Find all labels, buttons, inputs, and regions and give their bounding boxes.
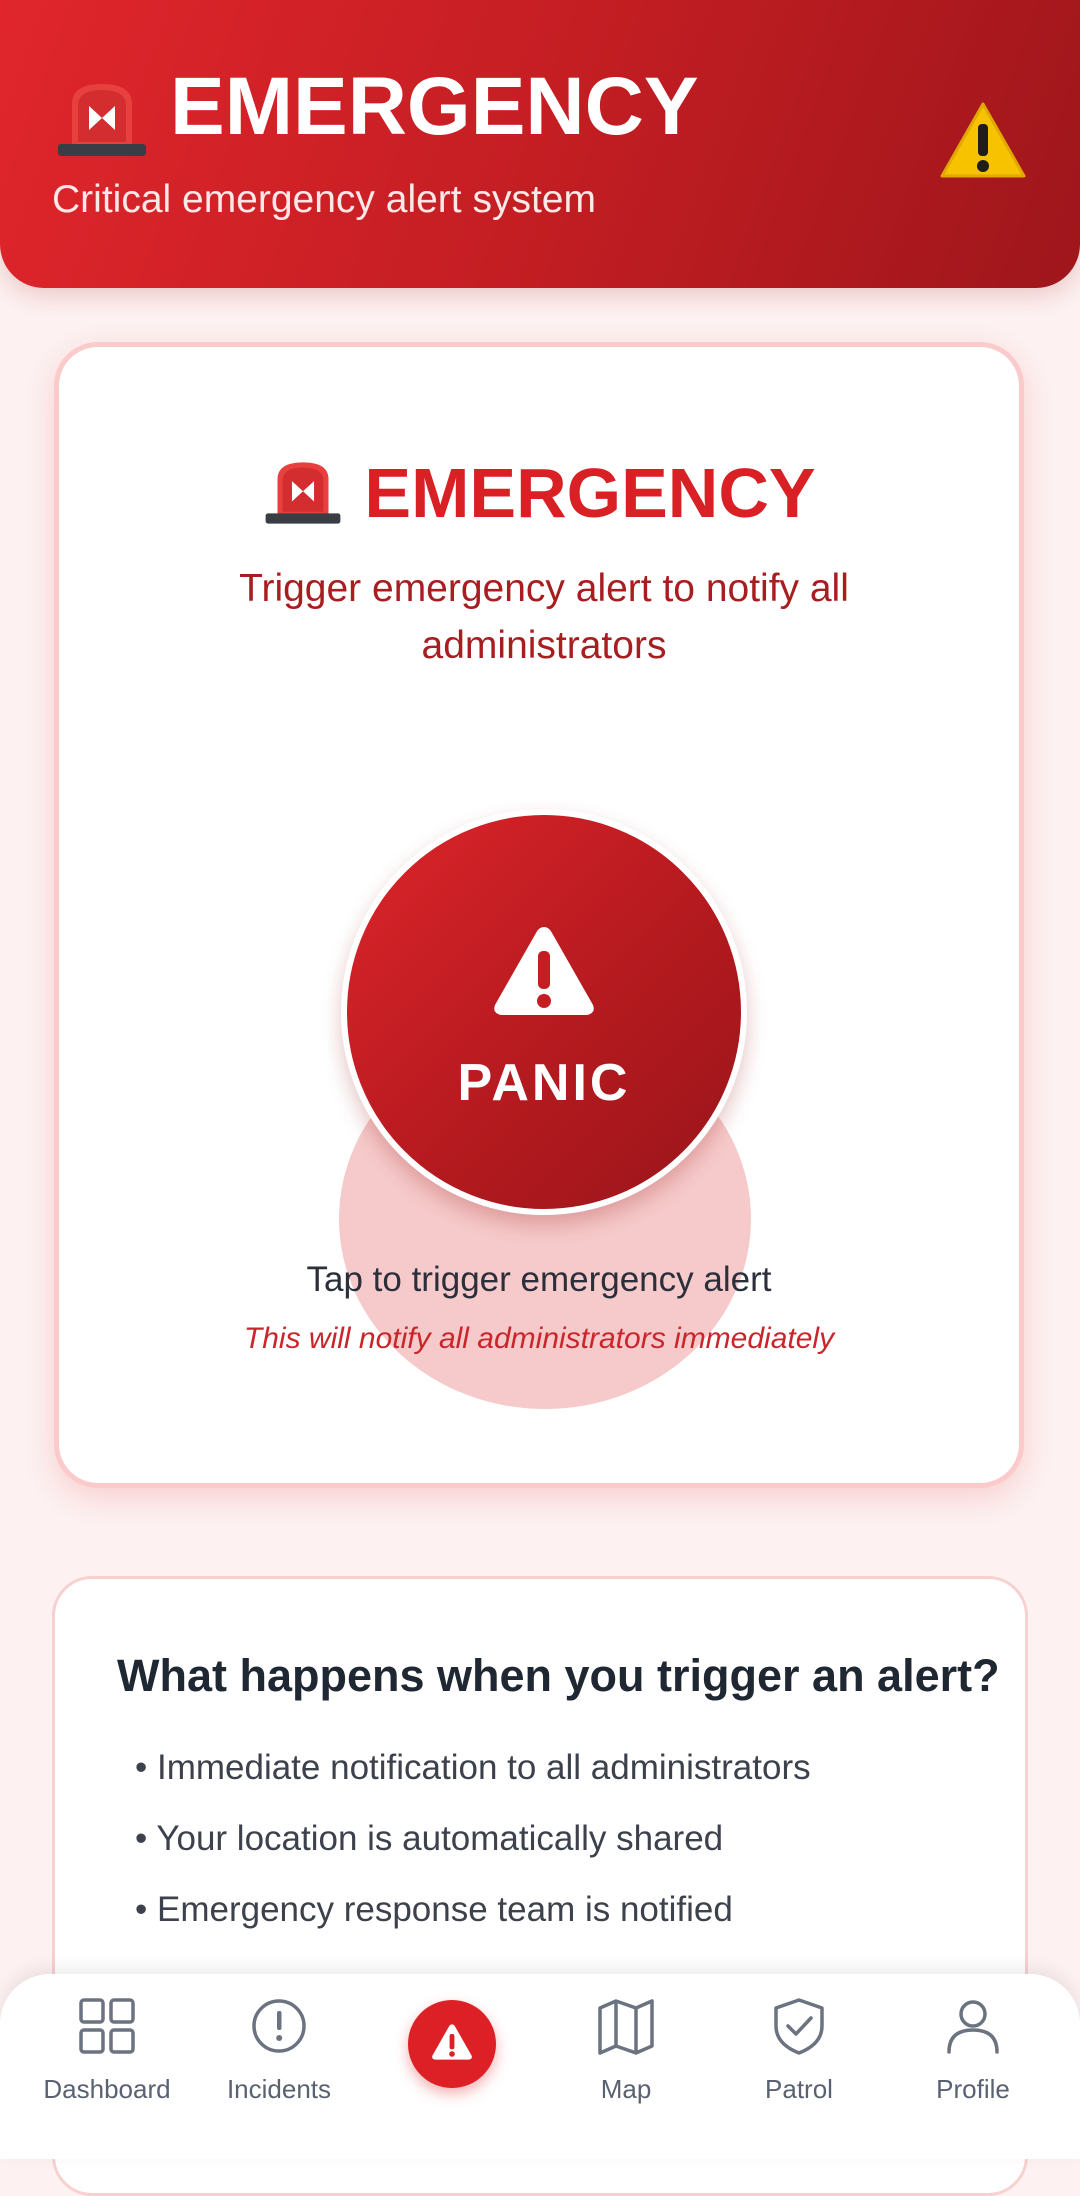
nav-item-profile[interactable]: Profile — [888, 1996, 1058, 2105]
bottom-nav: Dashboard Incidents Map Patrol Profile — [0, 1974, 1080, 2159]
panic-card: EMERGENCY Trigger emergency alert to not… — [54, 342, 1024, 1488]
panic-card-title: EMERGENCY — [59, 447, 1019, 533]
panic-card-title-text: EMERGENCY — [364, 453, 816, 532]
nav-item-incidents[interactable]: Incidents — [194, 1996, 364, 2105]
nav-label-profile: Profile — [936, 2074, 1010, 2104]
header-subtitle: Critical emergency alert system — [52, 178, 596, 221]
map-icon — [598, 1999, 654, 2055]
grid-icon — [79, 1998, 135, 2054]
info-card-title: What happens when you trigger an alert? — [117, 1650, 1000, 1701]
panic-button[interactable]: PANIC — [341, 809, 747, 1215]
panic-button-label: PANIC — [457, 1054, 631, 1112]
nav-label-map: Map — [600, 2074, 652, 2104]
tap-instruction: Tap to trigger emergency alert — [306, 1260, 772, 1299]
list-item: • Your location is automatically shared — [135, 1819, 724, 1858]
user-icon — [947, 2000, 999, 2054]
header-title: EMERGENCY — [170, 61, 699, 152]
alert-circle-icon — [252, 1999, 306, 2053]
nav-item-dashboard[interactable]: Dashboard — [22, 1996, 192, 2105]
siren-icon — [266, 461, 341, 524]
header: EMERGENCY Critical emergency alert syste… — [0, 0, 1080, 288]
nav-emergency-button[interactable] — [408, 2000, 496, 2088]
warning-icon — [494, 927, 594, 1015]
warning-icon — [432, 2024, 472, 2060]
nav-item-map[interactable]: Map — [541, 1996, 711, 2105]
list-item: • Emergency response team is notified — [135, 1890, 733, 1929]
nav-label-patrol: Patrol — [765, 2074, 833, 2104]
nav-label-dashboard: Dashboard — [43, 2074, 171, 2104]
nav-label-incidents: Incidents — [226, 2074, 332, 2104]
siren-icon — [58, 84, 146, 156]
shield-check-icon — [774, 1998, 824, 2055]
notify-warning: This will notify all administrators imme… — [243, 1322, 835, 1355]
panic-card-description: Trigger emergency alert to notify all ad… — [239, 567, 849, 667]
list-item: • Immediate notification to all administ… — [135, 1748, 811, 1787]
warning-icon — [940, 102, 1026, 178]
nav-item-patrol[interactable]: Patrol — [714, 1996, 884, 2105]
